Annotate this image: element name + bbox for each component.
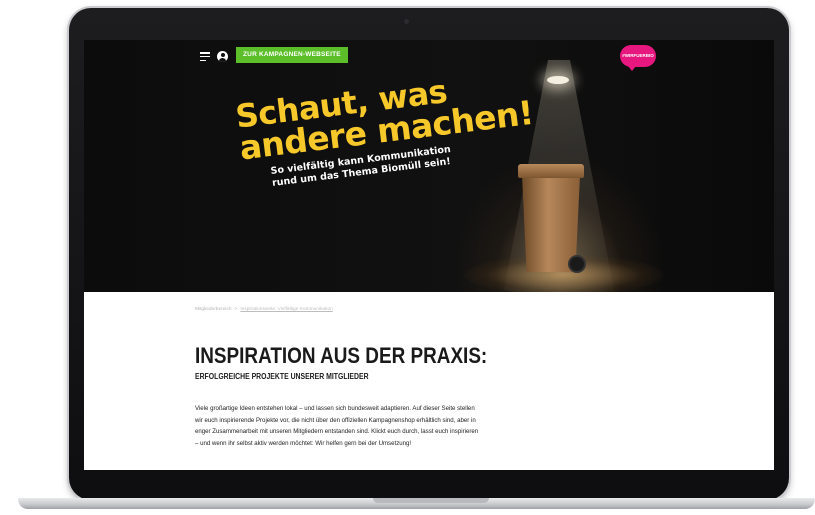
page-title: INSPIRATION AUS DER PRAXIS: (195, 343, 488, 368)
user-icon[interactable] (217, 51, 228, 62)
intro-line: enger Zusammenarbeit mit unseren Mitglie… (195, 428, 479, 435)
intro-line: – und wenn ihr selbst aktiv werden möcht… (195, 439, 412, 447)
intro-paragraph: Viele großartige Ideen entstehen lokal –… (195, 403, 575, 449)
bin-lid (518, 164, 584, 178)
bin-wheel (568, 255, 586, 273)
spotlight-lamp (547, 76, 569, 84)
page-subtitle: ERFOLGREICHE PROJEKTE UNSERER MITGLIEDER (195, 372, 369, 381)
hero-banner: ZUR KAMPAGNEN-WEBSEITE #WIRFUERBIO Schau… (84, 40, 774, 292)
laptop-base-notch (373, 498, 489, 503)
breadcrumb-current[interactable]: Inspirationsseite: Vielfältige Kommunika… (240, 307, 332, 312)
hero-headline-group: Schaut, was andere machen! So vielfältig… (234, 65, 543, 193)
brand-logo-badge[interactable]: #WIRFUERBIO (620, 45, 656, 71)
breadcrumb-separator: > (234, 307, 238, 312)
intro-line: wir euch inspirierende Projekte vor, die… (195, 416, 476, 424)
breadcrumb: Mitgliederbereich > Inspirationsseite: Vie… (195, 307, 333, 312)
intro-line: Viele großartige Ideen entstehen lokal –… (195, 405, 475, 412)
webcam (404, 19, 409, 24)
campaign-website-button[interactable]: ZUR KAMPAGNEN-WEBSEITE (236, 47, 348, 63)
main-content: Mitgliederbereich > Inspirationsseite: Vie… (84, 292, 774, 470)
hamburger-menu-icon[interactable] (200, 52, 210, 61)
browser-screen: ZUR KAMPAGNEN-WEBSEITE #WIRFUERBIO Schau… (84, 40, 774, 470)
breadcrumb-root-link[interactable]: Mitgliederbereich (195, 307, 232, 312)
